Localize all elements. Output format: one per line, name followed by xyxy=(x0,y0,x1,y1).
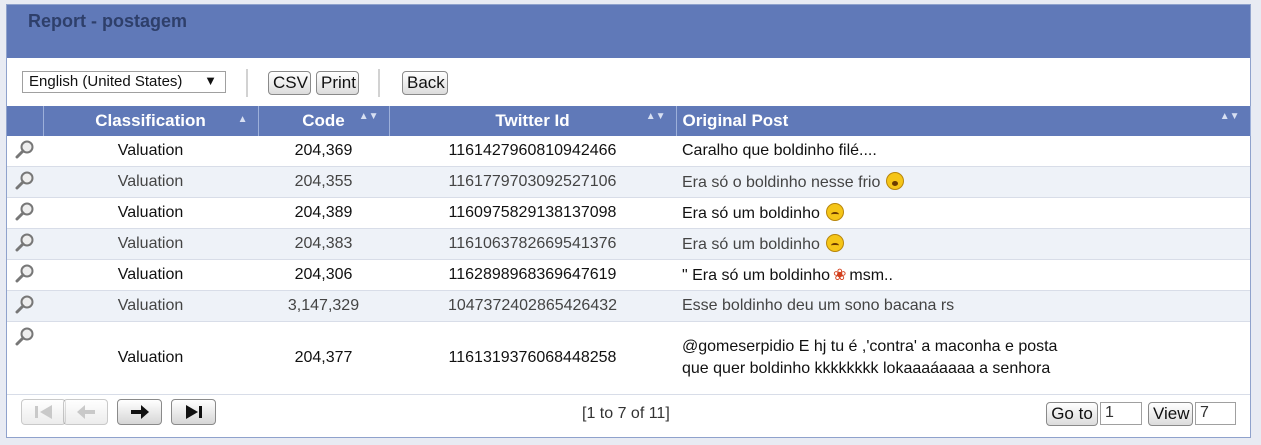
row-view-button[interactable] xyxy=(7,197,43,229)
language-select-value: English (United States) xyxy=(29,73,183,90)
code-cell: 204,377 xyxy=(258,321,389,395)
sort-asc-icon: ▲ xyxy=(237,114,248,125)
classification-cell: Valuation xyxy=(43,228,258,260)
row-view-button[interactable] xyxy=(7,321,43,395)
magnifier-icon xyxy=(14,295,36,318)
table-row: Valuation 3,147,329 1047372402865426432 Ess… xyxy=(7,290,1250,322)
magnifier-icon xyxy=(14,202,36,225)
classification-cell: Valuation xyxy=(43,166,258,198)
last-page-icon xyxy=(186,405,202,419)
back-button[interactable]: Back xyxy=(402,71,448,95)
view-button[interactable]: View xyxy=(1148,402,1193,426)
original-post-cell: @gomeserpidio E hj tu é ,'contra' a maco… xyxy=(676,321,1250,395)
magnifier-icon xyxy=(14,140,36,163)
code-cell: 204,306 xyxy=(258,259,389,291)
twitter-id-cell: 1162898968369647619 xyxy=(389,259,676,291)
original-post-cell: Era só o boldinho nesse frio xyxy=(676,166,1250,198)
row-view-button[interactable] xyxy=(7,228,43,260)
code-cell: 204,389 xyxy=(258,197,389,229)
code-cell: 204,355 xyxy=(258,166,389,198)
original-post-suffix: msm.. xyxy=(849,267,893,284)
toolbar-divider xyxy=(378,69,380,97)
chevron-down-icon: ▼ xyxy=(204,73,217,88)
sort-icon: ▲▼ xyxy=(1219,111,1240,122)
weary-face-icon xyxy=(825,203,844,221)
prev-page-icon xyxy=(77,405,95,419)
crying-face-icon xyxy=(825,234,844,252)
original-post-text: @gomeserpidio E hj tu é ,'contra' a maco… xyxy=(682,338,1058,377)
row-view-button[interactable] xyxy=(7,290,43,322)
twitter-id-cell: 1161779703092527106 xyxy=(389,166,676,198)
csv-button[interactable]: CSV xyxy=(268,71,311,95)
page-title: Report - postagem xyxy=(28,11,188,31)
pager: [1 to 7 of 11] Go to 1 View 7 xyxy=(7,397,1250,437)
original-post-cell: Esse boldinho deu um sono bacana rs xyxy=(676,290,1250,322)
classification-cell: Valuation xyxy=(43,136,258,167)
column-header-classification[interactable]: Classification ▲ xyxy=(43,106,259,136)
magnifier-icon xyxy=(14,233,36,256)
header-bar: Report - postagem xyxy=(7,5,1250,58)
next-page-icon xyxy=(131,405,149,419)
original-post-text: " Era só um boldinho xyxy=(682,267,830,284)
report-table: Classification ▲ Code ▲▼ Twitter Id ▲▼ O… xyxy=(7,106,1251,395)
goto-button[interactable]: Go to xyxy=(1046,402,1098,426)
first-page-button[interactable] xyxy=(21,399,66,425)
row-view-button[interactable] xyxy=(7,136,43,167)
view-size-input[interactable]: 7 xyxy=(1195,402,1236,425)
toolbar-divider xyxy=(246,69,248,97)
first-page-icon xyxy=(35,405,52,419)
table-row: Valuation 204,377 1161319376068448258 @gome… xyxy=(7,321,1250,395)
table-body: Valuation 204,369 1161427960810942466 Caral… xyxy=(7,136,1250,395)
table-row: Valuation 204,389 1160975829138137098 Era s… xyxy=(7,197,1250,229)
original-post-text: Era só um boldinho xyxy=(682,236,820,253)
classification-cell: Valuation xyxy=(43,290,258,322)
table-row: Valuation 204,383 1161063782669541376 Era s… xyxy=(7,228,1250,260)
twitter-id-cell: 1161063782669541376 xyxy=(389,228,676,260)
original-post-text: Esse boldinho deu um sono bacana rs xyxy=(682,297,955,314)
classification-cell: Valuation xyxy=(43,321,258,395)
magnifier-icon xyxy=(14,171,36,194)
prev-page-button[interactable] xyxy=(63,399,108,425)
table-row: Valuation 204,355 1161779703092527106 Era s… xyxy=(7,166,1250,198)
original-post-cell: " Era só um boldinho ❀ msm.. xyxy=(676,259,1250,291)
table-row: Valuation 204,306 1162898968369647619 " Era… xyxy=(7,259,1250,291)
column-header-original-post[interactable]: Original Post ▲▼ xyxy=(676,106,1251,136)
language-select[interactable]: English (United States) ▼ xyxy=(22,71,226,93)
sleepy-face-icon xyxy=(886,172,905,190)
goto-page-input[interactable]: 1 xyxy=(1100,402,1142,425)
next-page-button[interactable] xyxy=(117,399,162,425)
classification-cell: Valuation xyxy=(43,259,258,291)
original-post-text: Era só o boldinho nesse frio xyxy=(682,174,881,191)
row-view-button[interactable] xyxy=(7,259,43,291)
original-post-cell: Caralho que boldinho filé.... xyxy=(676,136,1250,167)
page-info: [1 to 7 of 11] xyxy=(582,405,670,422)
column-header-code[interactable]: Code ▲▼ xyxy=(258,106,390,136)
print-button[interactable]: Print xyxy=(316,71,359,95)
maple-leaf-icon: ❀ xyxy=(832,267,847,284)
column-header-action xyxy=(7,106,44,136)
code-cell: 204,383 xyxy=(258,228,389,260)
twitter-id-cell: 1160975829138137098 xyxy=(389,197,676,229)
magnifier-icon xyxy=(14,264,36,287)
sort-icon: ▲▼ xyxy=(645,111,666,122)
code-cell: 204,369 xyxy=(258,136,389,167)
classification-cell: Valuation xyxy=(43,197,258,229)
original-post-text: Era só um boldinho xyxy=(682,205,820,222)
column-header-twitter-id[interactable]: Twitter Id ▲▼ xyxy=(389,106,677,136)
toolbar: English (United States) ▼ CSV Print Back xyxy=(7,67,1250,103)
last-page-button[interactable] xyxy=(171,399,216,425)
code-cell: 3,147,329 xyxy=(258,290,389,322)
twitter-id-cell: 1161427960810942466 xyxy=(389,136,676,167)
table-row: Valuation 204,369 1161427960810942466 Caral… xyxy=(7,136,1250,167)
report-panel: Report - postagem English (United States… xyxy=(6,4,1251,438)
table-header-row: Classification ▲ Code ▲▼ Twitter Id ▲▼ O… xyxy=(7,106,1251,136)
original-post-cell: Era só um boldinho xyxy=(676,228,1250,260)
sort-icon: ▲▼ xyxy=(358,111,379,122)
twitter-id-cell: 1047372402865426432 xyxy=(389,290,676,322)
magnifier-icon xyxy=(14,327,36,350)
original-post-text: Caralho que boldinho filé.... xyxy=(682,142,877,159)
original-post-cell: Era só um boldinho xyxy=(676,197,1250,229)
row-view-button[interactable] xyxy=(7,166,43,198)
twitter-id-cell: 1161319376068448258 xyxy=(389,321,676,395)
